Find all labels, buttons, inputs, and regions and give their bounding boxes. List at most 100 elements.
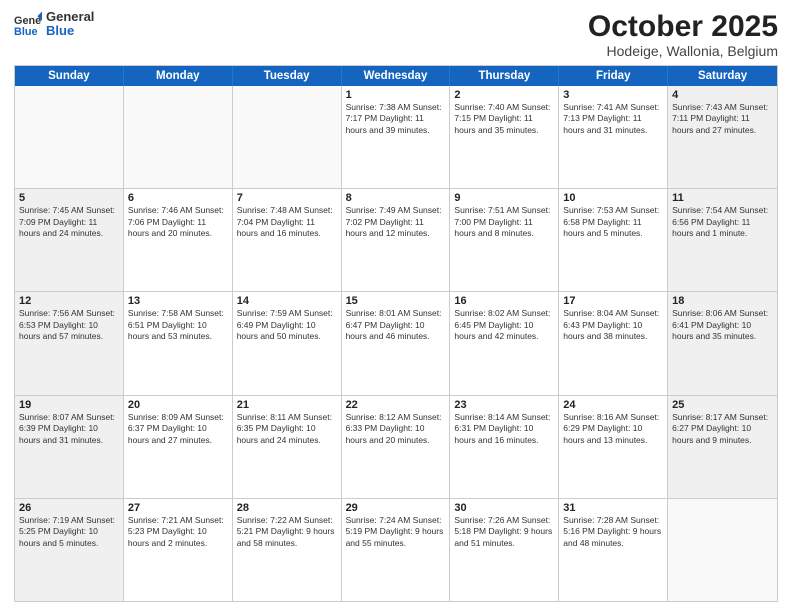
cal-cell: 29Sunrise: 7:24 AM Sunset: 5:19 PM Dayli… <box>342 499 451 601</box>
page-subtitle: Hodeige, Wallonia, Belgium <box>588 43 778 59</box>
day-number: 2 <box>454 89 554 101</box>
logo-blue: Blue <box>46 24 94 38</box>
header-day-tuesday: Tuesday <box>233 66 342 86</box>
logo-general: General <box>46 10 94 24</box>
day-info: Sunrise: 7:58 AM Sunset: 6:51 PM Dayligh… <box>128 308 228 342</box>
header-day-sunday: Sunday <box>15 66 124 86</box>
day-info: Sunrise: 7:38 AM Sunset: 7:17 PM Dayligh… <box>346 102 446 136</box>
svg-text:Blue: Blue <box>14 26 38 38</box>
day-info: Sunrise: 8:11 AM Sunset: 6:35 PM Dayligh… <box>237 412 337 446</box>
day-number: 1 <box>346 89 446 101</box>
day-info: Sunrise: 8:04 AM Sunset: 6:43 PM Dayligh… <box>563 308 663 342</box>
cal-week-4: 26Sunrise: 7:19 AM Sunset: 5:25 PM Dayli… <box>15 499 777 601</box>
cal-cell: 30Sunrise: 7:26 AM Sunset: 5:18 PM Dayli… <box>450 499 559 601</box>
day-info: Sunrise: 7:46 AM Sunset: 7:06 PM Dayligh… <box>128 205 228 239</box>
day-number: 30 <box>454 502 554 514</box>
cal-cell: 9Sunrise: 7:51 AM Sunset: 7:00 PM Daylig… <box>450 189 559 291</box>
day-info: Sunrise: 8:06 AM Sunset: 6:41 PM Dayligh… <box>672 308 773 342</box>
day-number: 20 <box>128 399 228 411</box>
day-number: 3 <box>563 89 663 101</box>
cal-cell: 2Sunrise: 7:40 AM Sunset: 7:15 PM Daylig… <box>450 86 559 188</box>
logo-icon: General Blue <box>14 10 42 38</box>
day-number: 17 <box>563 295 663 307</box>
day-number: 24 <box>563 399 663 411</box>
day-number: 19 <box>19 399 119 411</box>
day-number: 22 <box>346 399 446 411</box>
day-info: Sunrise: 8:01 AM Sunset: 6:47 PM Dayligh… <box>346 308 446 342</box>
cal-cell: 24Sunrise: 8:16 AM Sunset: 6:29 PM Dayli… <box>559 396 668 498</box>
day-info: Sunrise: 7:26 AM Sunset: 5:18 PM Dayligh… <box>454 515 554 549</box>
cal-cell: 7Sunrise: 7:48 AM Sunset: 7:04 PM Daylig… <box>233 189 342 291</box>
cal-cell: 27Sunrise: 7:21 AM Sunset: 5:23 PM Dayli… <box>124 499 233 601</box>
cal-cell: 6Sunrise: 7:46 AM Sunset: 7:06 PM Daylig… <box>124 189 233 291</box>
cal-cell: 13Sunrise: 7:58 AM Sunset: 6:51 PM Dayli… <box>124 292 233 394</box>
day-info: Sunrise: 8:17 AM Sunset: 6:27 PM Dayligh… <box>672 412 773 446</box>
day-info: Sunrise: 8:02 AM Sunset: 6:45 PM Dayligh… <box>454 308 554 342</box>
day-number: 6 <box>128 192 228 204</box>
day-info: Sunrise: 8:12 AM Sunset: 6:33 PM Dayligh… <box>346 412 446 446</box>
cal-cell: 3Sunrise: 7:41 AM Sunset: 7:13 PM Daylig… <box>559 86 668 188</box>
day-number: 4 <box>672 89 773 101</box>
cal-cell: 19Sunrise: 8:07 AM Sunset: 6:39 PM Dayli… <box>15 396 124 498</box>
cal-cell: 15Sunrise: 8:01 AM Sunset: 6:47 PM Dayli… <box>342 292 451 394</box>
day-number: 14 <box>237 295 337 307</box>
day-number: 11 <box>672 192 773 204</box>
cal-cell: 17Sunrise: 8:04 AM Sunset: 6:43 PM Dayli… <box>559 292 668 394</box>
cal-cell: 12Sunrise: 7:56 AM Sunset: 6:53 PM Dayli… <box>15 292 124 394</box>
day-number: 7 <box>237 192 337 204</box>
cal-cell: 1Sunrise: 7:38 AM Sunset: 7:17 PM Daylig… <box>342 86 451 188</box>
cal-cell: 14Sunrise: 7:59 AM Sunset: 6:49 PM Dayli… <box>233 292 342 394</box>
cal-week-1: 5Sunrise: 7:45 AM Sunset: 7:09 PM Daylig… <box>15 189 777 292</box>
day-info: Sunrise: 8:07 AM Sunset: 6:39 PM Dayligh… <box>19 412 119 446</box>
cal-cell: 26Sunrise: 7:19 AM Sunset: 5:25 PM Dayli… <box>15 499 124 601</box>
day-number: 13 <box>128 295 228 307</box>
cal-cell: 21Sunrise: 8:11 AM Sunset: 6:35 PM Dayli… <box>233 396 342 498</box>
cal-cell: 20Sunrise: 8:09 AM Sunset: 6:37 PM Dayli… <box>124 396 233 498</box>
cal-cell <box>15 86 124 188</box>
header-day-monday: Monday <box>124 66 233 86</box>
day-info: Sunrise: 7:49 AM Sunset: 7:02 PM Dayligh… <box>346 205 446 239</box>
calendar-header: SundayMondayTuesdayWednesdayThursdayFrid… <box>15 66 777 86</box>
cal-week-2: 12Sunrise: 7:56 AM Sunset: 6:53 PM Dayli… <box>15 292 777 395</box>
day-info: Sunrise: 7:41 AM Sunset: 7:13 PM Dayligh… <box>563 102 663 136</box>
title-block: October 2025 Hodeige, Wallonia, Belgium <box>588 10 778 59</box>
day-info: Sunrise: 8:16 AM Sunset: 6:29 PM Dayligh… <box>563 412 663 446</box>
cal-cell: 4Sunrise: 7:43 AM Sunset: 7:11 PM Daylig… <box>668 86 777 188</box>
day-number: 5 <box>19 192 119 204</box>
cal-week-3: 19Sunrise: 8:07 AM Sunset: 6:39 PM Dayli… <box>15 396 777 499</box>
day-number: 25 <box>672 399 773 411</box>
day-number: 16 <box>454 295 554 307</box>
day-number: 9 <box>454 192 554 204</box>
cal-cell: 31Sunrise: 7:28 AM Sunset: 5:16 PM Dayli… <box>559 499 668 601</box>
day-number: 29 <box>346 502 446 514</box>
day-number: 28 <box>237 502 337 514</box>
day-info: Sunrise: 7:59 AM Sunset: 6:49 PM Dayligh… <box>237 308 337 342</box>
cal-cell: 23Sunrise: 8:14 AM Sunset: 6:31 PM Dayli… <box>450 396 559 498</box>
cal-cell: 10Sunrise: 7:53 AM Sunset: 6:58 PM Dayli… <box>559 189 668 291</box>
cal-cell: 11Sunrise: 7:54 AM Sunset: 6:56 PM Dayli… <box>668 189 777 291</box>
cal-cell: 22Sunrise: 8:12 AM Sunset: 6:33 PM Dayli… <box>342 396 451 498</box>
cal-cell: 5Sunrise: 7:45 AM Sunset: 7:09 PM Daylig… <box>15 189 124 291</box>
logo: General Blue General Blue <box>14 10 94 39</box>
day-info: Sunrise: 7:48 AM Sunset: 7:04 PM Dayligh… <box>237 205 337 239</box>
cal-cell: 18Sunrise: 8:06 AM Sunset: 6:41 PM Dayli… <box>668 292 777 394</box>
day-info: Sunrise: 7:51 AM Sunset: 7:00 PM Dayligh… <box>454 205 554 239</box>
day-info: Sunrise: 7:54 AM Sunset: 6:56 PM Dayligh… <box>672 205 773 239</box>
day-info: Sunrise: 7:56 AM Sunset: 6:53 PM Dayligh… <box>19 308 119 342</box>
day-number: 10 <box>563 192 663 204</box>
cal-cell: 28Sunrise: 7:22 AM Sunset: 5:21 PM Dayli… <box>233 499 342 601</box>
calendar: SundayMondayTuesdayWednesdayThursdayFrid… <box>14 65 778 602</box>
cal-week-0: 1Sunrise: 7:38 AM Sunset: 7:17 PM Daylig… <box>15 86 777 189</box>
day-number: 31 <box>563 502 663 514</box>
day-info: Sunrise: 7:22 AM Sunset: 5:21 PM Dayligh… <box>237 515 337 549</box>
day-info: Sunrise: 8:09 AM Sunset: 6:37 PM Dayligh… <box>128 412 228 446</box>
day-info: Sunrise: 7:43 AM Sunset: 7:11 PM Dayligh… <box>672 102 773 136</box>
header: General Blue General Blue October 2025 H… <box>14 10 778 59</box>
cal-cell: 8Sunrise: 7:49 AM Sunset: 7:02 PM Daylig… <box>342 189 451 291</box>
day-info: Sunrise: 7:53 AM Sunset: 6:58 PM Dayligh… <box>563 205 663 239</box>
cal-cell <box>233 86 342 188</box>
header-day-saturday: Saturday <box>668 66 777 86</box>
day-info: Sunrise: 7:24 AM Sunset: 5:19 PM Dayligh… <box>346 515 446 549</box>
header-day-friday: Friday <box>559 66 668 86</box>
day-number: 23 <box>454 399 554 411</box>
